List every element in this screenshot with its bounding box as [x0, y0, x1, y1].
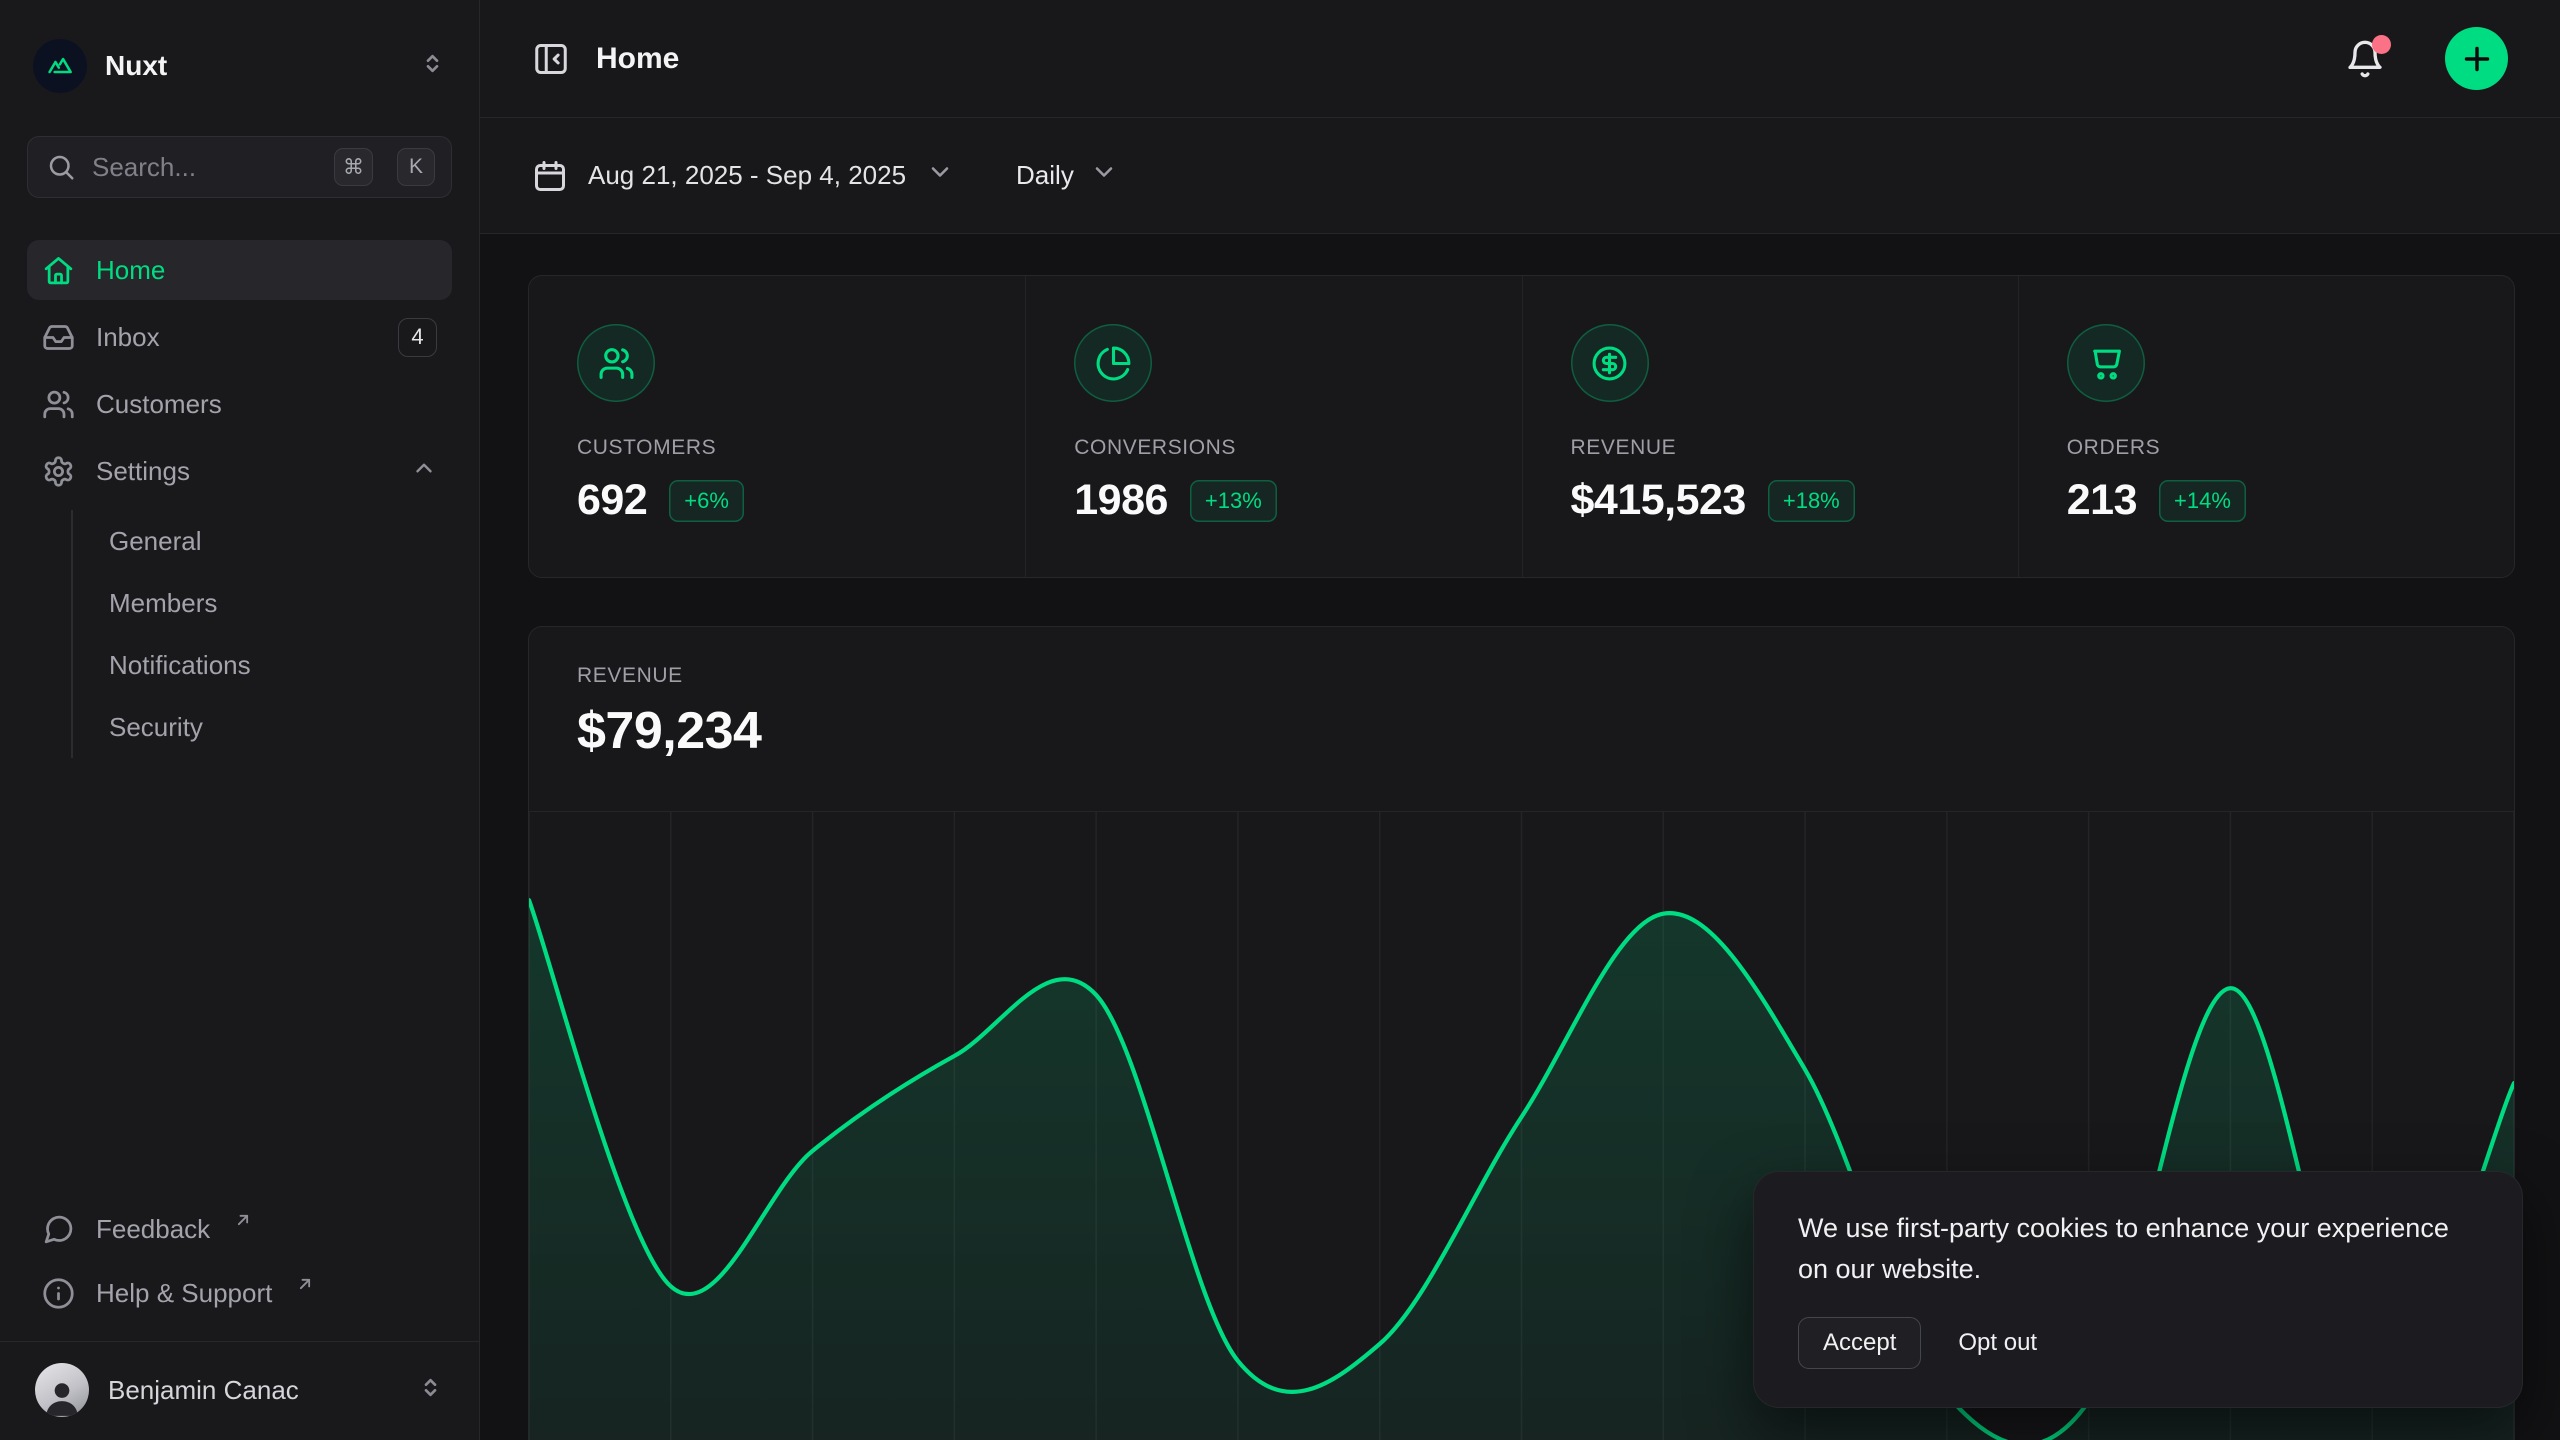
pie-chart-icon [1074, 324, 1152, 402]
inbox-count-badge: 4 [398, 318, 437, 357]
stat-card-revenue[interactable]: REVENUE $415,523 +18% [1522, 276, 2018, 577]
stat-delta-badge: +18% [1768, 480, 1855, 522]
cookie-actions: Accept Opt out [1798, 1317, 2478, 1369]
stat-value: 213 [2067, 476, 2137, 525]
help-support-link[interactable]: Help & Support [27, 1263, 452, 1323]
external-link-icon [233, 1206, 253, 1237]
stat-value: 1986 [1074, 476, 1168, 525]
page-title: Home [596, 42, 2319, 76]
stat-label: CUSTOMERS [577, 436, 977, 460]
date-range-picker[interactable]: Aug 21, 2025 - Sep 4, 2025 [532, 158, 954, 194]
chevron-down-icon [926, 158, 954, 193]
sidebar-item-label: Home [96, 255, 437, 286]
external-link-icon [295, 1270, 315, 1301]
stat-label: ORDERS [2067, 436, 2466, 460]
stat-value: 692 [577, 476, 647, 525]
panel-left-close-icon [532, 40, 570, 78]
sidebar-item-security[interactable]: Security [73, 696, 452, 758]
sidebar-item-members[interactable]: Members [73, 572, 452, 634]
granularity-select[interactable]: Daily [1016, 158, 1118, 193]
plus-icon [2459, 41, 2495, 77]
users-icon [42, 388, 75, 421]
workspace-switcher[interactable]: Nuxt [27, 34, 452, 98]
page-header: Home [480, 0, 2560, 118]
stat-label: CONVERSIONS [1074, 436, 1473, 460]
stat-card-conversions[interactable]: CONVERSIONS 1986 +13% [1025, 276, 1521, 577]
sidebar: Nuxt ⌘ K Home [0, 0, 480, 1440]
revenue-chart-value: $79,234 [577, 701, 2466, 761]
sidebar-item-settings[interactable]: Settings [27, 441, 452, 501]
users-stat-icon [577, 324, 655, 402]
chevron-up-down-icon [419, 50, 446, 82]
calendar-icon [532, 158, 568, 194]
nuxt-logo-icon [33, 39, 87, 93]
sidebar-spacer [27, 760, 452, 1199]
stat-value: $415,523 [1571, 476, 1746, 525]
opt-out-button[interactable]: Opt out [1958, 1329, 2037, 1357]
user-name: Benjamin Canac [108, 1375, 398, 1406]
chevron-down-icon [1090, 158, 1118, 193]
revenue-chart-label: REVENUE [577, 664, 2466, 688]
date-range-value: Aug 21, 2025 - Sep 4, 2025 [588, 160, 906, 191]
accept-cookies-button[interactable]: Accept [1798, 1317, 1921, 1369]
filter-bar: Aug 21, 2025 - Sep 4, 2025 Daily [480, 118, 2560, 234]
stat-delta-badge: +13% [1190, 480, 1277, 522]
sidebar-item-customers[interactable]: Customers [27, 374, 452, 434]
message-circle-icon [42, 1213, 75, 1246]
sidebar-footer: Feedback Help & Support [27, 1199, 452, 1341]
search-icon [46, 152, 76, 182]
granularity-value: Daily [1016, 160, 1074, 191]
info-circle-icon [42, 1277, 75, 1310]
kbd-cmd: ⌘ [334, 148, 373, 186]
revenue-chart-header: REVENUE $79,234 [529, 627, 2514, 761]
help-support-label: Help & Support [96, 1278, 272, 1309]
chevron-up-down-icon [417, 1374, 444, 1406]
user-section: Benjamin Canac [0, 1341, 479, 1440]
stat-card-customers[interactable]: CUSTOMERS 692 +6% [529, 276, 1025, 577]
settings-subnav: General Members Notifications Security [71, 510, 452, 758]
inbox-icon [42, 321, 75, 354]
stat-delta-badge: +6% [669, 480, 744, 522]
stats-row: CUSTOMERS 692 +6% CONVERSIONS 1986 [528, 275, 2515, 578]
kbd-k: K [397, 148, 435, 186]
workspace-name: Nuxt [105, 50, 401, 82]
dollar-circle-icon [1571, 324, 1649, 402]
stat-delta-badge: +14% [2159, 480, 2246, 522]
sidebar-item-inbox[interactable]: Inbox 4 [27, 307, 452, 367]
sidebar-item-label: Inbox [96, 322, 377, 353]
notifications-button[interactable] [2345, 39, 2385, 79]
cookie-banner: We use first-party cookies to enhance yo… [1753, 1171, 2523, 1408]
stat-card-orders[interactable]: ORDERS 213 +14% [2018, 276, 2514, 577]
notification-dot [2372, 35, 2391, 54]
panel-collapse-button[interactable] [532, 40, 570, 78]
add-button[interactable] [2445, 27, 2508, 90]
search-input[interactable] [92, 152, 318, 183]
search-bar[interactable]: ⌘ K [27, 136, 452, 198]
user-menu[interactable]: Benjamin Canac [27, 1358, 452, 1422]
gear-icon [42, 455, 75, 488]
sidebar-nav: Home Inbox 4 Customers [27, 240, 452, 760]
user-avatar [35, 1363, 89, 1417]
home-icon [42, 254, 75, 287]
chevron-up-icon [411, 455, 437, 488]
sidebar-item-label: Settings [96, 456, 390, 487]
sidebar-item-label: Customers [96, 389, 437, 420]
sidebar-item-general[interactable]: General [73, 510, 452, 572]
cookie-message: We use first-party cookies to enhance yo… [1798, 1208, 2478, 1290]
sidebar-item-notifications[interactable]: Notifications [73, 634, 452, 696]
sidebar-item-home[interactable]: Home [27, 240, 452, 300]
stat-label: REVENUE [1571, 436, 1970, 460]
feedback-label: Feedback [96, 1214, 210, 1245]
shopping-cart-icon [2067, 324, 2145, 402]
feedback-link[interactable]: Feedback [27, 1199, 452, 1259]
